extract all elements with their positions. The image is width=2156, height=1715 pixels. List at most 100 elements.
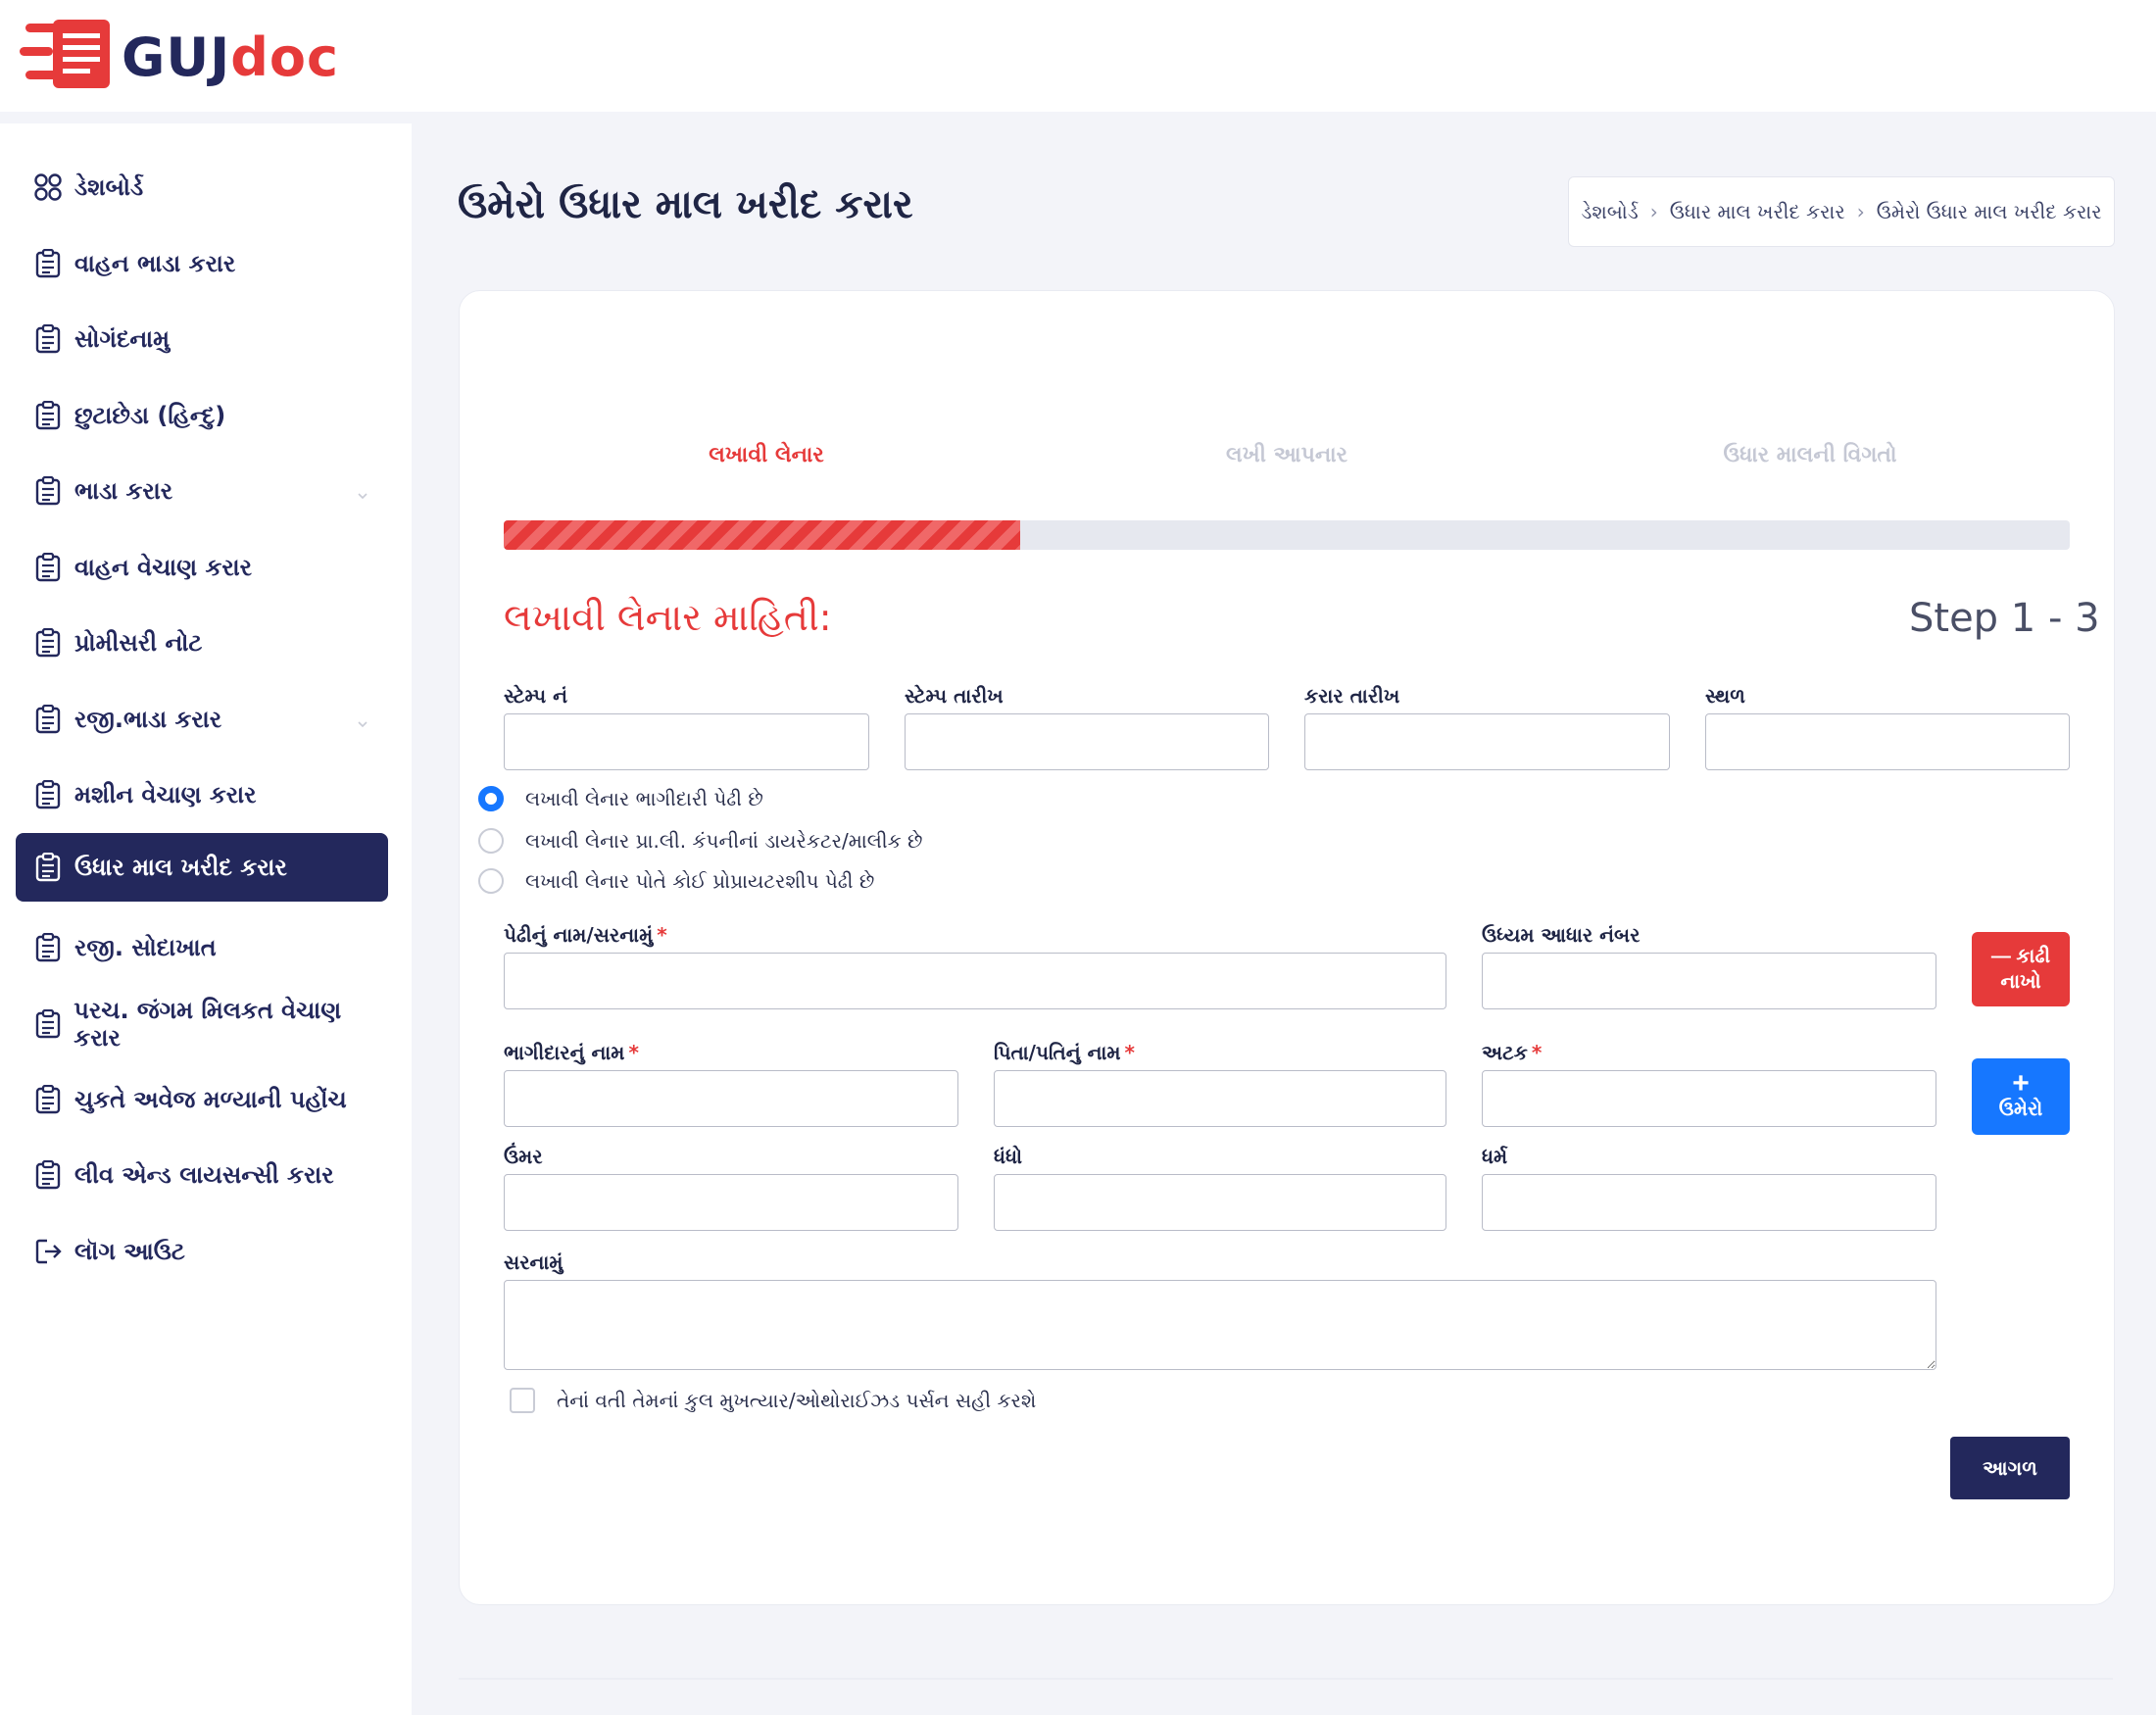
firm-name-address-input[interactable]: [504, 953, 1446, 1009]
partner-name-label: ભાગીદારનું નામ *: [504, 1041, 639, 1064]
sidebar-item-label: વાહન વેચાણ કરાર: [74, 554, 253, 581]
sidebar-item-label: ડેશબોર્ડ: [74, 173, 144, 201]
clipboard-icon: [33, 475, 63, 507]
clipboard-icon: [33, 1008, 62, 1040]
chevron-down-icon: [357, 709, 368, 728]
sidebar-item-label: મશીન વેચાણ કરાર: [74, 781, 257, 808]
authorized-person-checkbox[interactable]: [510, 1388, 535, 1413]
clipboard-icon: [33, 704, 63, 735]
radio-partnership-firm[interactable]: લખાવી લેનાર ભાગીદારી પેઢી છે: [478, 786, 763, 811]
next-button[interactable]: આગળ: [1950, 1437, 2070, 1499]
sidebar: ડેશબોર્ડ વાહન ભાડા કરાર સોગંદનામુ છુટાછેડા …: [0, 123, 412, 1715]
breadcrumb-item-current: ઉમેરો ઉધાર માલ ખરીદ કરાર: [1876, 200, 2102, 223]
chevron-right-icon: ›: [1649, 200, 1658, 223]
radio-proprietorship[interactable]: લખાવી લેનાર પોતે કોઈ પ્રોપ્રાયટરશીપ પેઢી…: [478, 868, 874, 894]
wizard-step-1[interactable]: લખાવી લેનાર: [709, 443, 824, 467]
sidebar-item-label: છુટાછેડા (હિન્દુ): [74, 402, 226, 429]
sidebar-item-label: લીવ એન્ડ લાયસન્સી કરાર: [74, 1161, 334, 1189]
page-title: ઉમેરો ઉધાર માલ ખરીદ કરાર: [458, 182, 913, 227]
sidebar-item-1[interactable]: વાહન ભાડા કરાર: [16, 229, 388, 298]
age-label: ઉંમર: [504, 1145, 543, 1168]
surname-label: અટક *: [1482, 1041, 1543, 1064]
sidebar-item-5[interactable]: વાહન વેચાણ કરાર: [16, 533, 388, 602]
radio-label: લખાવી લેનાર પોતે કોઈ પ્રોપ્રાયટરશીપ પેઢી…: [525, 869, 875, 893]
grid-icon: [33, 172, 63, 203]
stamp-date-label: સ્ટેમ્પ તારીખ: [905, 684, 1004, 708]
radio-button[interactable]: [478, 828, 504, 854]
breadcrumb: ડેશબોર્ડ › ઉધાર માલ ખરીદ કરાર › ઉમેરો ઉધ…: [1568, 176, 2115, 247]
authorized-person-label: તેનાં વતી તેમનાં કુલ મુખત્યાર/ઓથોરાઈઝડ પ…: [557, 1389, 1037, 1412]
clipboard-icon: [33, 400, 63, 431]
sidebar-item-label: પરચ. જંગમ મિલકત વેચાણ કરાર: [74, 997, 342, 1052]
sidebar-item-label: ચુકતે અવેજ મળ્યાની પહોંચ: [74, 1086, 347, 1113]
clipboard-icon: [33, 1084, 63, 1115]
partner-name-input[interactable]: [504, 1070, 958, 1127]
clipboard-icon: [33, 627, 63, 659]
sidebar-item-11[interactable]: પરચ. જંગમ મિલકત વેચાણ કરાર: [16, 990, 388, 1058]
sidebar-item-label: રજી. સોદાખાત: [74, 934, 217, 961]
surname-input[interactable]: [1482, 1070, 1936, 1127]
address-textarea[interactable]: [504, 1280, 1936, 1370]
sidebar-item-2[interactable]: સોગંદનામુ: [16, 305, 388, 373]
wizard-progress-bar: [504, 520, 2070, 550]
sidebar-item-9[interactable]: ઉધાર માલ ખરીદ કરાર: [16, 833, 388, 902]
place-input[interactable]: [1705, 713, 2070, 770]
logout-icon: [33, 1236, 63, 1267]
brand-logo[interactable]: GUJdoc: [20, 18, 339, 96]
stamp-no-label: સ્ટેમ્પ નં: [504, 684, 567, 708]
clipboard-icon: [33, 323, 63, 355]
sidebar-item-label: પ્રોમીસરી નોટ: [74, 629, 203, 657]
top-header: GUJdoc: [0, 0, 2156, 112]
sidebar-item-label: સોગંદનામુ: [74, 325, 171, 353]
wizard-step-2[interactable]: લખી આપનાર: [1226, 443, 1348, 467]
footer-divider: [459, 1678, 2113, 1680]
sidebar-item-label: લૉગ આઉટ: [74, 1238, 185, 1265]
radio-company-director[interactable]: લખાવી લેનાર પ્રા.લી. કંપનીનાં ડાયરેકટર/મ…: [478, 828, 923, 854]
chevron-down-icon: [357, 480, 368, 500]
religion-input[interactable]: [1482, 1174, 1936, 1231]
sidebar-item-7[interactable]: રજી.ભાડા કરાર: [16, 685, 388, 754]
sidebar-item-4[interactable]: ભાડા કરાર: [16, 457, 388, 525]
clipboard-icon: [33, 779, 63, 810]
stamp-no-input[interactable]: [504, 713, 869, 770]
sidebar-item-13[interactable]: લીવ એન્ડ લાયસન્સી કરાર: [16, 1141, 388, 1209]
radio-button[interactable]: [478, 868, 504, 894]
father-name-label: પિતા/પતિનું નામ *: [994, 1041, 1135, 1064]
sidebar-item-label: ઉધાર માલ ખરીદ કરાર: [74, 854, 287, 881]
clipboard-icon: [33, 552, 63, 583]
sidebar-item-label: રજી.ભાડા કરાર: [74, 706, 222, 733]
age-input[interactable]: [504, 1174, 958, 1231]
sidebar-item-12[interactable]: ચુકતે અવેજ મળ્યાની પહોંચ: [16, 1065, 388, 1134]
clipboard-icon: [33, 248, 63, 279]
stamp-date-input[interactable]: [905, 713, 1269, 770]
radio-button[interactable]: [478, 786, 504, 811]
occupation-label: ધંધો: [994, 1145, 1022, 1168]
section-heading: લખાવી લેનાર માહિતી:: [504, 596, 832, 639]
sidebar-item-3[interactable]: છુટાછેડા (હિન્દુ): [16, 381, 388, 450]
sidebar-item-8[interactable]: મશીન વેચાણ કરાર: [16, 760, 388, 829]
clipboard-icon: [33, 932, 63, 963]
breadcrumb-item-list[interactable]: ઉધાર માલ ખરીદ કરાર: [1670, 200, 1845, 223]
wizard-step-3[interactable]: ઉધાર માલની વિગતો: [1724, 443, 1897, 467]
agreement-date-label: કરાર તારીખ: [1304, 684, 1400, 708]
religion-label: ધર્મ: [1482, 1145, 1508, 1168]
clipboard-icon: [33, 852, 63, 883]
remove-partner-button[interactable]: — કાઢી નાખો: [1972, 932, 2070, 1006]
logo-icon: [20, 20, 110, 88]
step-counter: Step 1 - 3: [1909, 596, 2100, 641]
sidebar-item-10[interactable]: રજી. સોદાખાત: [16, 913, 388, 982]
firm-label: પેઢીનું નામ/સરનામું *: [504, 923, 667, 947]
occupation-input[interactable]: [994, 1174, 1446, 1231]
udyam-aadhaar-input[interactable]: [1482, 953, 1936, 1009]
sidebar-item-0[interactable]: ડેશબોર્ડ: [16, 153, 388, 221]
chevron-right-icon: ›: [1856, 200, 1865, 223]
add-partner-button[interactable]: + ઉમેરો: [1972, 1058, 2070, 1135]
sidebar-item-label: ભાડા કરાર: [74, 477, 173, 505]
radio-label: લખાવી લેનાર પ્રા.લી. કંપનીનાં ડાયરેકટર/મ…: [525, 829, 923, 853]
breadcrumb-item-dashboard[interactable]: ડેશબોર્ડ: [1581, 200, 1638, 223]
sidebar-item-14[interactable]: લૉગ આઉટ: [16, 1217, 388, 1286]
address-label: સરનામું: [504, 1250, 564, 1274]
sidebar-item-6[interactable]: પ્રોમીસરી નોટ: [16, 609, 388, 677]
agreement-date-input[interactable]: [1304, 713, 1670, 770]
father-name-input[interactable]: [994, 1070, 1446, 1127]
